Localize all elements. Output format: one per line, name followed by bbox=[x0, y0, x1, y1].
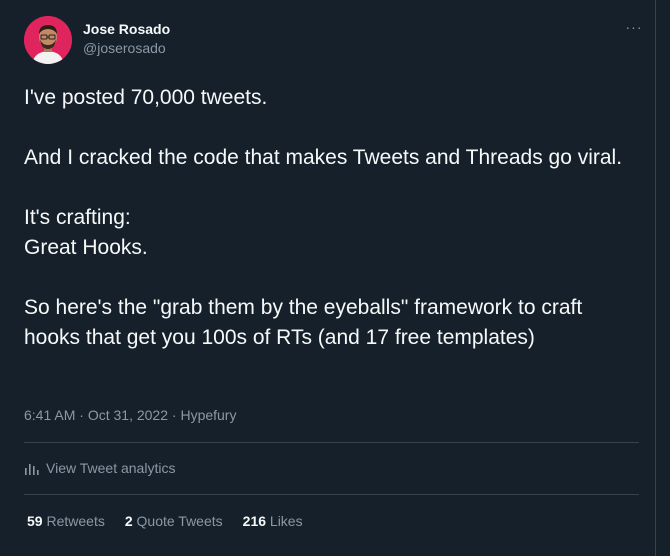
tweet-card: Jose Rosado @joserosado ··· I've posted … bbox=[0, 0, 656, 556]
tweet-header: Jose Rosado @joserosado ··· bbox=[24, 16, 644, 66]
quote-tweets-count: 2 bbox=[124, 513, 133, 529]
view-analytics-label: View Tweet analytics bbox=[46, 460, 176, 476]
tweet-text: I've posted 70,000 tweets. And I cracked… bbox=[24, 83, 639, 353]
author-names: Jose Rosado @joserosado bbox=[83, 20, 170, 58]
retweets-count: 59 bbox=[27, 513, 43, 529]
likes-count: 216 bbox=[242, 513, 267, 529]
tweet-text-line: It's crafting: bbox=[24, 206, 131, 229]
retweets-stat[interactable]: 59 Retweets bbox=[27, 511, 105, 531]
quote-tweets-stat[interactable]: 2 Quote Tweets bbox=[125, 511, 223, 531]
tweet-text-spacer bbox=[24, 113, 639, 143]
tweet-text-line: Great Hooks. bbox=[24, 236, 148, 259]
quote-tweets-label: Quote Tweets bbox=[136, 513, 223, 529]
tweet-date[interactable]: Oct 31, 2022 bbox=[88, 407, 168, 423]
avatar[interactable] bbox=[24, 16, 72, 64]
tweet-text-line: I've posted 70,000 tweets. bbox=[24, 86, 268, 109]
likes-label: Likes bbox=[269, 513, 303, 529]
divider bbox=[24, 442, 639, 443]
more-options-icon[interactable]: ··· bbox=[624, 20, 644, 34]
tweet-stats: 59 Retweets 2 Quote Tweets 216 Likes bbox=[27, 511, 303, 531]
avatar-portrait-icon bbox=[24, 16, 72, 64]
tweet-text-line: So here's the "grab them by the eyeballs… bbox=[24, 296, 583, 349]
bar-chart-icon bbox=[24, 460, 40, 476]
tweet-text-spacer bbox=[24, 263, 639, 293]
tweet-text-spacer bbox=[24, 173, 639, 203]
divider bbox=[24, 494, 639, 495]
meta-separator: · bbox=[75, 407, 88, 423]
tweet-source[interactable]: Hypefury bbox=[180, 407, 236, 423]
author-display-name[interactable]: Jose Rosado bbox=[83, 20, 170, 38]
likes-stat[interactable]: 216 Likes bbox=[243, 511, 303, 531]
tweet-text-line: And I cracked the code that makes Tweets… bbox=[24, 146, 623, 169]
tweet-time[interactable]: 6:41 AM bbox=[24, 407, 75, 423]
view-analytics-link[interactable]: View Tweet analytics bbox=[24, 458, 175, 478]
retweets-label: Retweets bbox=[46, 513, 105, 529]
tweet-metadata: 6:41 AM · Oct 31, 2022 · Hypefury bbox=[24, 405, 236, 425]
author-handle[interactable]: @joserosado bbox=[83, 38, 170, 58]
meta-separator: · bbox=[168, 407, 181, 423]
